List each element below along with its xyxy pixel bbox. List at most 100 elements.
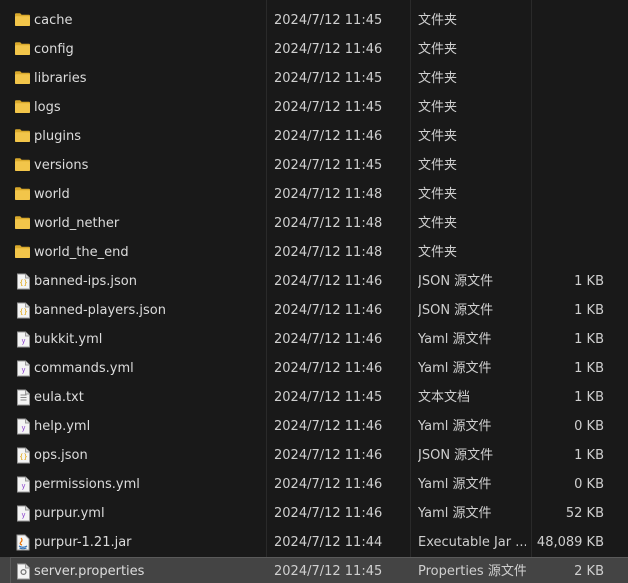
file-name: world_nether (34, 216, 120, 231)
file-size: 1 KB (574, 274, 604, 289)
file-name: ops.json (34, 448, 88, 463)
file-row[interactable]: world_nether 2024/7/12 11:48 文件夹 (0, 209, 628, 238)
file-modified-date: 2024/7/12 11:45 (274, 71, 383, 86)
file-icon-cell (14, 383, 32, 412)
file-icon-cell: y (14, 325, 32, 354)
file-name: config (34, 42, 74, 57)
file-type: 文件夹 (418, 13, 458, 28)
file-type: Yaml 源文件 (418, 361, 492, 376)
file-modified-date: 2024/7/12 11:45 (274, 158, 383, 173)
file-row[interactable]: plugins 2024/7/12 11:46 文件夹 (0, 122, 628, 151)
file-icon-cell (14, 6, 32, 35)
file-size (530, 93, 604, 122)
file-modified-date: 2024/7/12 11:46 (274, 303, 383, 318)
file-row[interactable]: world_the_end 2024/7/12 11:48 文件夹 (0, 238, 628, 267)
file-row[interactable]: libraries 2024/7/12 11:45 文件夹 (0, 64, 628, 93)
file-size (530, 238, 604, 267)
file-modified-date: 2024/7/12 11:45 (274, 100, 383, 115)
file-row[interactable]: purpur-1.21.jar 2024/7/12 11:44 Executab… (0, 528, 628, 557)
file-icon-cell (14, 180, 32, 209)
file-modified-date: 2024/7/12 11:46 (274, 477, 383, 492)
file-size: 48,089 KB (536, 535, 604, 550)
file-type: Yaml 源文件 (418, 332, 492, 347)
file-type: Properties 源文件 (418, 564, 526, 579)
file-icon-cell (14, 122, 32, 151)
file-modified-date: 2024/7/12 11:48 (274, 187, 383, 202)
file-type: Yaml 源文件 (418, 419, 492, 434)
file-icon-cell: y (14, 499, 32, 528)
file-type: 文件夹 (418, 100, 458, 115)
file-icon-cell: y (14, 354, 32, 383)
file-type: Executable Jar ... (418, 535, 526, 550)
file-type: 文件夹 (418, 42, 458, 57)
file-row[interactable]: logs 2024/7/12 11:45 文件夹 (0, 93, 628, 122)
file-size (530, 64, 604, 93)
file-row[interactable]: y purpur.yml 2024/7/12 11:46 Yaml 源文件 52… (0, 499, 628, 528)
file-name: logs (34, 100, 61, 115)
file-size: 52 KB (565, 506, 604, 521)
file-size (530, 209, 604, 238)
file-name: server.properties (34, 564, 145, 579)
file-row[interactable]: y help.yml 2024/7/12 11:46 Yaml 源文件 0 KB (0, 412, 628, 441)
file-type: 文件夹 (418, 158, 458, 173)
file-name: permissions.yml (34, 477, 140, 492)
file-type: JSON 源文件 (418, 448, 494, 463)
file-modified-date: 2024/7/12 11:45 (274, 13, 383, 28)
file-size (530, 180, 604, 209)
file-name: cache (34, 13, 73, 28)
file-size: 1 KB (574, 332, 604, 347)
file-size (530, 35, 604, 64)
file-row[interactable]: server.properties 2024/7/12 11:45 Proper… (0, 557, 628, 583)
file-name: versions (34, 158, 89, 173)
file-size: 0 KB (574, 419, 604, 434)
file-modified-date: 2024/7/12 11:46 (274, 42, 383, 57)
file-modified-date: 2024/7/12 11:46 (274, 361, 383, 376)
file-row[interactable]: config 2024/7/12 11:46 文件夹 (0, 35, 628, 64)
file-icon-cell: {} (14, 296, 32, 325)
file-size: 1 KB (574, 390, 604, 405)
file-row[interactable]: {} banned-ips.json 2024/7/12 11:46 JSON … (0, 267, 628, 296)
file-size: 1 KB (574, 361, 604, 376)
file-size (530, 122, 604, 151)
svg-text:y: y (21, 424, 25, 432)
file-list: cache 2024/7/12 11:45 文件夹 config 2024/7/… (0, 0, 628, 583)
svg-text:{}: {} (19, 453, 27, 461)
file-name: help.yml (34, 419, 91, 434)
file-row[interactable]: {} banned-players.json 2024/7/12 11:46 J… (0, 296, 628, 325)
file-name: world_the_end (34, 245, 129, 260)
file-name: eula.txt (34, 390, 84, 405)
file-icon-cell (14, 151, 32, 180)
file-modified-date: 2024/7/12 11:48 (274, 245, 383, 260)
file-name: banned-players.json (34, 303, 166, 318)
file-icon-cell (14, 64, 32, 93)
svg-text:y: y (21, 482, 25, 490)
file-name: bukkit.yml (34, 332, 103, 347)
file-row[interactable]: world 2024/7/12 11:48 文件夹 (0, 180, 628, 209)
file-row[interactable]: {} ops.json 2024/7/12 11:46 JSON 源文件 1 K… (0, 441, 628, 470)
file-modified-date: 2024/7/12 11:46 (274, 332, 383, 347)
file-row[interactable]: y commands.yml 2024/7/12 11:46 Yaml 源文件 … (0, 354, 628, 383)
file-row[interactable]: cache 2024/7/12 11:45 文件夹 (0, 6, 628, 35)
file-row[interactable]: y bukkit.yml 2024/7/12 11:46 Yaml 源文件 1 … (0, 325, 628, 354)
file-type: 文件夹 (418, 129, 458, 144)
file-row[interactable]: eula.txt 2024/7/12 11:45 文本文档 1 KB (0, 383, 628, 412)
file-modified-date: 2024/7/12 11:46 (274, 448, 383, 463)
file-modified-date: 2024/7/12 11:44 (274, 535, 383, 550)
file-name: commands.yml (34, 361, 134, 376)
svg-text:y: y (21, 366, 25, 374)
file-modified-date: 2024/7/12 11:46 (274, 274, 383, 289)
file-row[interactable]: versions 2024/7/12 11:45 文件夹 (0, 151, 628, 180)
file-modified-date: 2024/7/12 11:46 (274, 419, 383, 434)
svg-text:y: y (21, 511, 25, 519)
file-type: JSON 源文件 (418, 303, 494, 318)
svg-text:{}: {} (19, 279, 27, 287)
file-type: 文件夹 (418, 216, 458, 231)
file-icon-cell (14, 209, 32, 238)
file-name: purpur-1.21.jar (34, 535, 132, 550)
file-size (530, 151, 604, 180)
file-icon-cell: y (14, 412, 32, 441)
file-modified-date: 2024/7/12 11:45 (274, 390, 383, 405)
file-row[interactable]: y permissions.yml 2024/7/12 11:46 Yaml 源… (0, 470, 628, 499)
file-icon-cell (14, 35, 32, 64)
file-icon-cell: y (14, 470, 32, 499)
